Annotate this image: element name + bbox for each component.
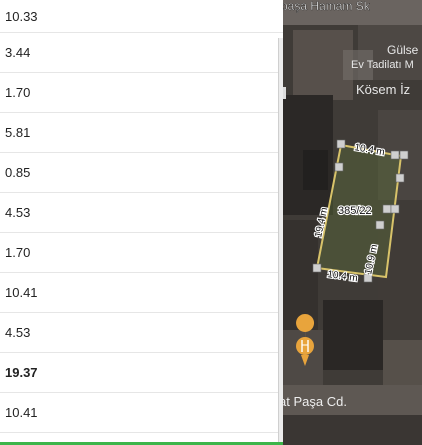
street-label-bottom: at Paşa Cd. [283,394,347,409]
list-item[interactable]: 4.53 [0,193,283,233]
list-item-value: 5.81 [5,125,31,140]
list-item[interactable]: 10.41 [0,273,283,313]
list-item[interactable]: 0.85 [0,153,283,193]
list-item[interactable]: 10.33 [0,0,283,33]
list-item-value: 4.53 [5,205,31,220]
vertex-handle[interactable] [375,220,385,230]
vertex-handle[interactable] [390,150,400,160]
list-item-value: 10.41 [5,285,38,300]
list-item[interactable]: 19.37 [0,353,283,393]
list-item[interactable]: 10.41 [0,393,283,433]
poi-label-gulse: Gülse [387,43,419,57]
poi-label-kosem: Kösem İz [356,82,410,97]
list-item[interactable]: 1.70 [0,73,283,113]
satellite-map[interactable]: paşa Hamam Sk Gülse Ev Tadilatı M Kösem … [283,0,422,445]
list-item-value: 1.70 [5,245,31,260]
vertex-handle[interactable] [382,204,392,214]
poi-label-ev-tadilat: Ev Tadilatı M [351,59,414,71]
list-item[interactable]: 3.44 [0,33,283,73]
vertex-handle[interactable] [390,204,400,214]
vertex-handle[interactable] [336,139,346,149]
list-item-value: 10.41 [5,405,38,420]
list-item-value: 3.44 [5,45,31,60]
list-item-value: 19.37 [5,365,38,380]
list-item[interactable]: 1.70 [0,233,283,273]
vertex-handle[interactable] [399,150,409,160]
street-label-top: paşa Hamam Sk [283,0,371,13]
vertex-handle[interactable] [334,162,344,172]
list-item-value: 0.85 [5,165,31,180]
list-item-value: 10.33 [5,8,38,24]
map-marker-fragment [283,87,286,99]
vertex-handle[interactable] [312,263,322,273]
parcel-id-label: 385/22 [338,205,372,217]
list-item-value: 4.53 [5,325,31,340]
list-item-value: 1.70 [5,85,31,100]
vertex-handle[interactable] [395,173,405,183]
value-list: 10.33 3.44 1.70 5.81 0.85 4.53 1.70 10.4… [0,0,283,445]
list-item[interactable]: 4.53 [0,313,283,353]
list-item[interactable]: 5.81 [0,113,283,153]
